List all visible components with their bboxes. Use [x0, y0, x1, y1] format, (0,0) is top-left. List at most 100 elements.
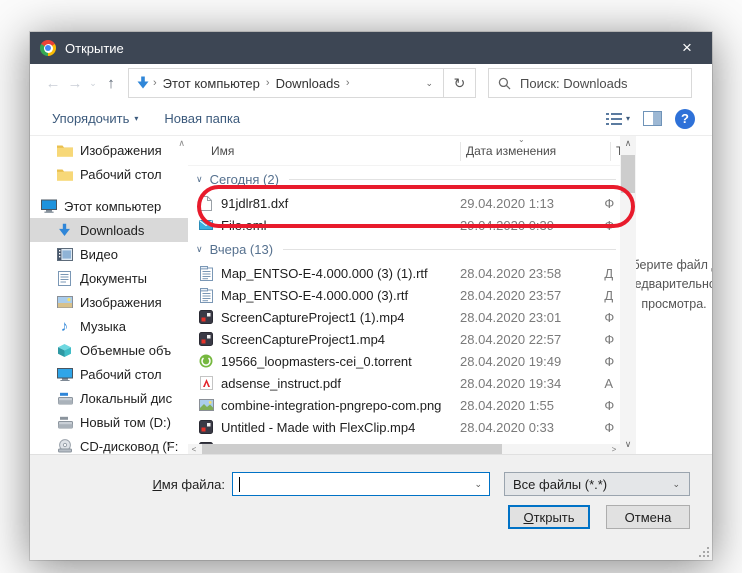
group-chevron-icon: ∨ [196, 243, 203, 254]
sidebar-item-3d-objects[interactable]: Объемные объ [30, 338, 188, 362]
scroll-up-icon[interactable]: ∧ [620, 138, 636, 149]
group-chevron-icon: ∨ [196, 173, 203, 184]
sidebar-item-downloads[interactable]: Downloads [30, 218, 188, 242]
sidebar-item-documents[interactable]: Документы [30, 266, 188, 290]
sidebar-item-desktop-quick[interactable]: Рабочий стол [30, 162, 188, 186]
recent-locations-chevron-icon[interactable]: ⌄ [86, 78, 100, 89]
file-row-torrent[interactable]: 19566_loopmasters-cei_0.torrent 28.04.20… [188, 350, 620, 372]
help-button[interactable]: ? [675, 108, 695, 129]
downloads-folder-icon [135, 75, 151, 91]
change-view-button[interactable]: ▾ [605, 112, 630, 126]
sidebar-item-label: Локальный дис [80, 390, 173, 406]
scroll-right-icon[interactable]: > [608, 445, 620, 454]
horizontal-scrollbar-thumb[interactable] [202, 444, 502, 454]
preview-pane-button[interactable] [643, 111, 662, 126]
preview-pane: Выберите файл для предварительного просм… [636, 136, 712, 454]
file-row-file-eml[interactable]: File.eml 29.04.2020 0:39 Ф [188, 214, 620, 236]
new-folder-label: Новая папка [164, 111, 241, 126]
disk-icon [56, 414, 73, 430]
rtf-file-icon [198, 265, 214, 281]
file-type: Д [604, 287, 614, 303]
organize-menu-button[interactable]: Упорядочить ▾ [52, 111, 138, 126]
back-icon[interactable]: ← [42, 75, 64, 92]
file-list-body: ∨ Сегодня (2) 91jdlr81.dxf 29.04.2020 1:… [188, 166, 620, 444]
sidebar-item-pictures[interactable]: Изображения [30, 290, 188, 314]
details-view-icon [605, 112, 622, 125]
breadcrumb-downloads[interactable]: Downloads [272, 76, 344, 91]
group-header-today[interactable]: ∨ Сегодня (2) [188, 166, 620, 192]
column-header-name[interactable]: Имя [211, 144, 234, 158]
new-folder-button[interactable]: Новая папка [164, 111, 240, 126]
file-row-map-entso-1[interactable]: Map_ENTSO-E-4.000.000 (3) (1).rtf 28.04.… [188, 262, 620, 284]
sidebar-item-cd-drive-f[interactable]: CD-дисковод (F: [30, 434, 188, 454]
sidebar-item-label: Рабочий стол [80, 166, 162, 182]
filename-dropdown-chevron-icon[interactable]: ⌄ [474, 479, 482, 490]
file-date: 28.04.2020 23:57 [460, 287, 562, 303]
preview-message: Выберите файл для предварительного просм… [636, 258, 712, 311]
file-row-screencapture-2[interactable]: ScreenCaptureProject1.mp4 28.04.2020 22:… [188, 328, 620, 350]
scroll-down-icon[interactable]: ∨ [620, 439, 636, 450]
file-row-screencapture-1[interactable]: ScreenCaptureProject1 (1).mp4 28.04.2020… [188, 306, 620, 328]
sidebar-item-videos[interactable]: Видео [30, 242, 188, 266]
vertical-scrollbar-thumb[interactable] [621, 155, 635, 193]
sidebar-item-pictures-quick[interactable]: Изображения [30, 138, 188, 162]
sidebar-item-label: Изображения [80, 142, 162, 158]
breadcrumb-this-pc[interactable]: Этот компьютер [159, 76, 264, 91]
cancel-button[interactable]: Отмена [606, 505, 690, 529]
sidebar-scroll-down-icon[interactable]: ∨ [165, 439, 172, 450]
sidebar-item-new-volume-d[interactable]: Новый том (D:) [30, 410, 188, 434]
scroll-left-icon[interactable]: < [188, 445, 200, 454]
breadcrumb[interactable]: › Этот компьютер › Downloads › ⌄ [128, 68, 444, 98]
file-row-png[interactable]: combine-integration-pngrepo-com.png 28.0… [188, 394, 620, 416]
eml-file-icon [198, 217, 214, 233]
file-row-map-entso-2[interactable]: Map_ENTSO-E-4.000.000 (3).rtf 28.04.2020… [188, 284, 620, 306]
sidebar-item-label: Объемные объ [80, 342, 172, 358]
horizontal-scrollbar[interactable]: < > [188, 444, 620, 454]
column-header-date[interactable]: Дата изменения [466, 144, 556, 158]
column-divider[interactable] [610, 142, 611, 161]
torrent-file-icon [198, 353, 214, 369]
forward-icon[interactable]: → [64, 75, 86, 92]
file-name: combine-integration-pngrepo-com.png [221, 397, 442, 413]
address-dropdown-chevron-icon[interactable]: ⌄ [425, 78, 437, 89]
column-header-row: Имя ⌄ Дата изменения Т [188, 136, 620, 166]
sidebar-item-local-disk-c[interactable]: Локальный дис [30, 386, 188, 410]
sidebar-item-label: Изображения [80, 294, 162, 310]
file-type: А [604, 375, 614, 391]
filename-label-accesskey: И [152, 476, 162, 492]
sidebar-item-desktop[interactable]: Рабочий стол [30, 362, 188, 386]
search-placeholder: Поиск: Downloads [520, 75, 628, 91]
video-icon [56, 246, 73, 262]
sidebar-item-music[interactable]: ♪ Музыка [30, 314, 188, 338]
resize-grip[interactable] [699, 547, 709, 557]
sidebar-item-label: Документы [80, 270, 148, 286]
organize-label: Упорядочить [52, 111, 130, 126]
menu-arrow-icon: ▾ [134, 114, 139, 123]
pdf-file-icon [198, 375, 214, 391]
music-icon: ♪ [60, 317, 69, 335]
sidebar-item-label: Этот компьютер [64, 198, 162, 214]
vertical-scrollbar[interactable]: ∧ ∨ [620, 136, 636, 454]
file-name: adsense_instruct.pdf [221, 375, 341, 391]
file-list: Имя ⌄ Дата изменения Т ∨ Сегодня (2) 91j… [188, 136, 620, 454]
file-row-flexclip[interactable]: Untitled - Made with FlexClip.mp4 28.04.… [188, 416, 620, 438]
search-input[interactable]: Поиск: Downloads [488, 68, 692, 98]
file-type: Ф [604, 195, 615, 211]
file-type-select[interactable]: Все файлы (*.*) ⌄ [504, 472, 690, 496]
toolbar-right-group: ▾ ? [605, 108, 695, 129]
sidebar-scroll-up-icon[interactable]: ∧ [178, 138, 185, 149]
column-divider[interactable] [460, 142, 461, 161]
close-icon[interactable]: × [672, 33, 702, 63]
group-header-yesterday[interactable]: ∨ Вчера (13) [188, 236, 620, 262]
file-row-91jdlr81-dxf[interactable]: 91jdlr81.dxf 29.04.2020 1:13 Ф [188, 192, 620, 214]
filename-input[interactable]: ⌄ [232, 472, 490, 496]
open-button[interactable]: Открыть [508, 505, 590, 529]
file-date: 28.04.2020 1:55 [460, 397, 554, 413]
sidebar-item-this-pc[interactable]: Этот компьютер [30, 194, 188, 218]
up-icon[interactable]: ↑ [100, 75, 122, 92]
dxf-file-icon [198, 195, 214, 211]
sidebar-item-label: Новый том (D:) [80, 414, 171, 430]
file-row-pdf[interactable]: adsense_instruct.pdf 28.04.2020 19:34 А [188, 372, 620, 394]
file-date: 29.04.2020 1:13 [460, 195, 554, 211]
refresh-button[interactable]: ↻ [444, 68, 476, 98]
